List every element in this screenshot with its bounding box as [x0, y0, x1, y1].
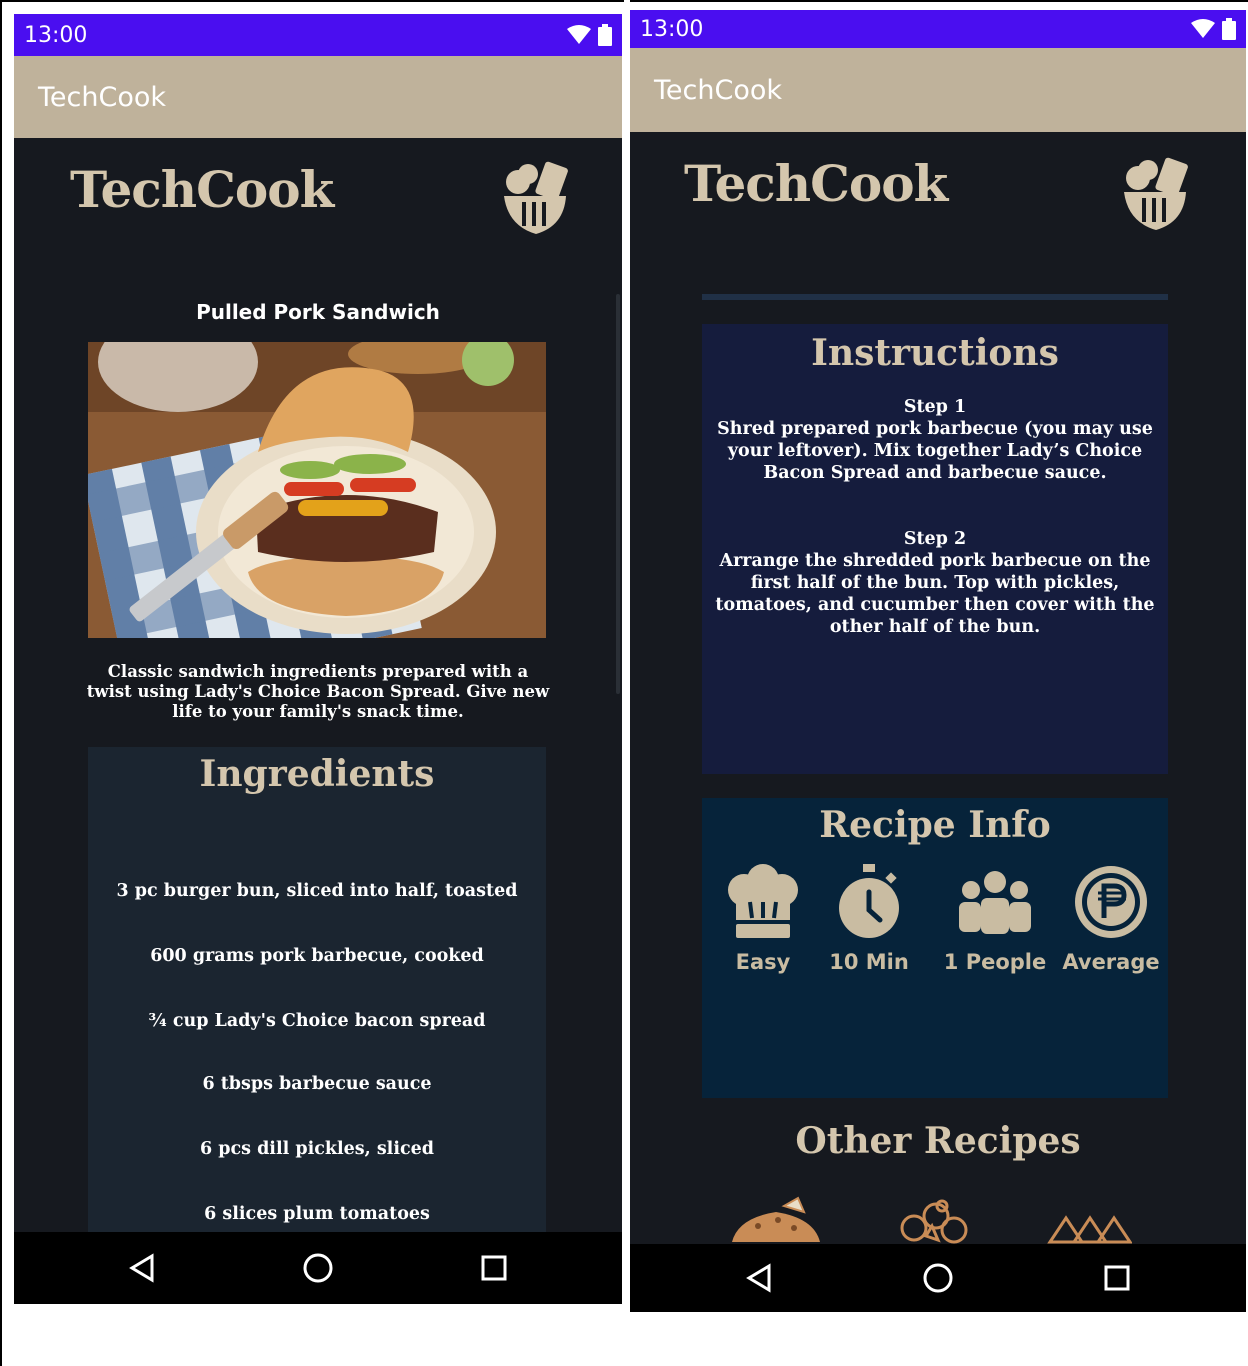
- wifi-icon: [1191, 19, 1215, 38]
- app-bar-title: TechCook: [654, 74, 782, 106]
- navigation-bar: [630, 1244, 1246, 1312]
- battery-icon: [598, 24, 612, 46]
- time-info: 10 Min: [814, 864, 924, 974]
- dish-description: Classic sandwich ingredients prepared wi…: [86, 662, 550, 721]
- battery-icon: [1222, 18, 1236, 40]
- instructions-panel: Instructions Step 1 Shred prepared pork …: [702, 324, 1168, 774]
- back-triangle-icon: [129, 1253, 154, 1283]
- recents-button[interactable]: [464, 1238, 524, 1298]
- peso-coin-icon: [1075, 866, 1147, 938]
- brand-logo-text: TechCook: [684, 154, 948, 213]
- chef-hat-bowl-icon: [504, 161, 568, 234]
- ingredients-panel: Ingredients 3 pc burger bun, sliced into…: [88, 747, 546, 1247]
- cost-label: Average: [1062, 950, 1160, 974]
- chef-hat-bowl-icon: [1124, 157, 1188, 230]
- home-button[interactable]: [908, 1248, 968, 1308]
- step-text: Shred prepared pork barbecue (you may us…: [717, 419, 1153, 483]
- cost-info: Average: [1056, 864, 1166, 974]
- people-group-icon: [959, 871, 1031, 934]
- servings-label: 1 People: [943, 950, 1047, 974]
- home-circle-icon: [923, 1263, 953, 1293]
- dish-photo: [88, 342, 546, 638]
- instructions-heading: Instructions: [811, 332, 1059, 374]
- step-label: Step 1: [903, 397, 967, 417]
- stopwatch-icon: [839, 864, 899, 938]
- recipe-mixed-dish-icon[interactable]: [892, 1196, 976, 1246]
- ingredients-heading: Ingredients: [199, 753, 435, 795]
- servings-info: 1 People: [940, 864, 1050, 974]
- recents-square-icon: [1104, 1265, 1130, 1291]
- step-label: Step 2: [903, 529, 967, 549]
- step-text: Arrange the shredded pork barbecue on th…: [715, 551, 1155, 637]
- app-bar-title: TechCook: [38, 81, 166, 113]
- back-button[interactable]: [729, 1248, 789, 1308]
- status-bar: 13:00: [14, 14, 622, 56]
- app-bar: TechCook: [630, 48, 1246, 132]
- home-circle-icon: [303, 1253, 333, 1283]
- ingredient-item: 6 pcs dill pickles, sliced: [199, 1139, 435, 1159]
- status-time: 13:00: [640, 16, 704, 42]
- panel-edge: [702, 294, 1168, 300]
- time-label: 10 Min: [829, 950, 909, 974]
- other-recipes-heading: Other Recipes: [795, 1120, 1081, 1162]
- ingredient-item: 600 grams pork barbecue, cooked: [150, 946, 484, 966]
- ingredient-item: 6 tbsps barbecue sauce: [202, 1074, 432, 1094]
- scrollbar[interactable]: [616, 294, 620, 694]
- difficulty-label: Easy: [735, 950, 791, 974]
- ingredient-item: 6 slices plum tomatoes: [204, 1204, 430, 1224]
- home-button[interactable]: [288, 1238, 348, 1298]
- ingredient-item: ¾ cup Lady's Choice bacon spread: [148, 1011, 486, 1031]
- recents-button[interactable]: [1087, 1248, 1147, 1308]
- difficulty-info: Easy: [708, 864, 818, 974]
- brand-logo-text: TechCook: [70, 160, 334, 219]
- recipe-info-panel: Recipe Info Easy 10 Min 1 People Average: [702, 798, 1168, 1098]
- back-triangle-icon: [746, 1263, 771, 1293]
- phone-screen-right: 13:00 TechCook TechCook Instructions Ste…: [630, 10, 1246, 1312]
- app-bar: TechCook: [14, 56, 622, 138]
- navigation-bar: [14, 1232, 622, 1304]
- wifi-icon: [567, 25, 591, 44]
- chef-hat-icon: [728, 864, 798, 938]
- recents-square-icon: [481, 1255, 507, 1281]
- ingredient-item: 3 pc burger bun, sliced into half, toast…: [116, 881, 518, 901]
- status-bar: 13:00: [630, 10, 1246, 48]
- recipe-tacos-icon[interactable]: [1046, 1212, 1132, 1246]
- status-time: 13:00: [24, 22, 88, 48]
- dish-title: Pulled Pork Sandwich: [196, 300, 440, 324]
- recipe-info-heading: Recipe Info: [819, 804, 1051, 846]
- instruction-step-1: Step 1 Shred prepared pork barbecue (you…: [710, 396, 1160, 484]
- recipe-bowl-icon[interactable]: [728, 1196, 824, 1246]
- phone-screen-left: 13:00 TechCook TechCook Pulled Pork Sand…: [14, 14, 622, 1304]
- instruction-step-2: Step 2 Arrange the shredded pork barbecu…: [710, 528, 1160, 638]
- back-button[interactable]: [112, 1238, 172, 1298]
